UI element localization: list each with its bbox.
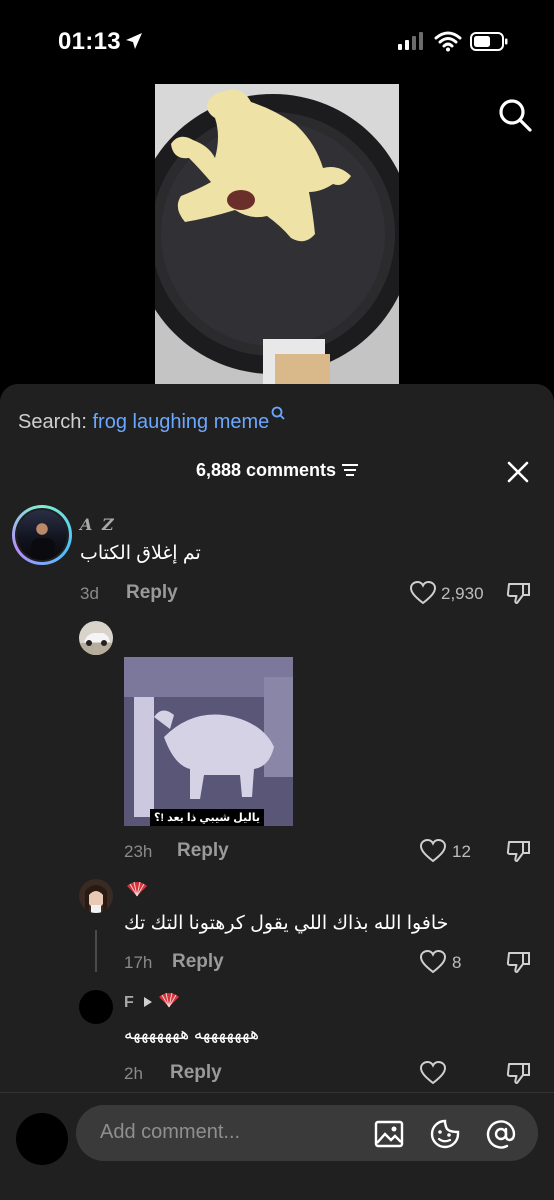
reply-button[interactable]: Reply bbox=[126, 582, 178, 604]
thread-line bbox=[95, 930, 97, 972]
status-bar: 01:13 bbox=[0, 0, 554, 84]
dislike-icon[interactable] bbox=[506, 580, 532, 606]
comment-input[interactable] bbox=[100, 1121, 360, 1144]
location-arrow-icon bbox=[126, 33, 142, 49]
image-icon[interactable] bbox=[374, 1119, 404, 1149]
status-time: 01:13 bbox=[58, 28, 121, 55]
search-small-icon bbox=[271, 406, 285, 420]
comment-text: هههههههه هههههههه bbox=[124, 1024, 259, 1043]
folding-fan-icon bbox=[159, 992, 179, 1008]
wifi-icon bbox=[434, 31, 462, 52]
comment-text: تم إغلاق الكتاب bbox=[80, 543, 201, 564]
avatar[interactable] bbox=[79, 879, 113, 913]
comment-time: 3d bbox=[80, 584, 99, 603]
avatar-image bbox=[17, 510, 67, 560]
heart-icon[interactable] bbox=[420, 950, 446, 974]
avatar[interactable] bbox=[79, 621, 113, 655]
woman-avatar-image bbox=[79, 879, 113, 913]
folding-fan-icon bbox=[127, 881, 147, 897]
reply-image[interactable]: ياليل شيبي ذا بعد !؟ bbox=[124, 657, 293, 826]
image-caption: ياليل شيبي ذا بعد !؟ bbox=[150, 809, 265, 826]
signal-icon bbox=[398, 32, 423, 50]
heart-icon[interactable] bbox=[420, 839, 446, 863]
comment-input-wrapper[interactable] bbox=[76, 1105, 538, 1161]
avatar[interactable] bbox=[12, 505, 72, 565]
video-frame-image bbox=[155, 84, 399, 384]
play-arrow-icon bbox=[144, 997, 152, 1007]
search-icon[interactable] bbox=[496, 96, 534, 134]
car-avatar-image bbox=[79, 621, 113, 655]
search-label: Search: bbox=[18, 411, 87, 433]
comment-time: 23h bbox=[124, 842, 153, 861]
comments-sheet: Search: frog laughing meme 6,888 comment… bbox=[0, 384, 554, 1200]
search-suggestion[interactable]: Search: frog laughing meme bbox=[18, 406, 285, 434]
like-count: 2,930 bbox=[441, 584, 484, 603]
reply-button[interactable]: Reply bbox=[170, 1062, 222, 1084]
comments-header: 6,888 comments bbox=[0, 460, 554, 481]
avatar[interactable] bbox=[79, 990, 113, 1024]
comment-time: 2h bbox=[124, 1064, 143, 1083]
comment-time: 17h bbox=[124, 953, 153, 972]
heart-icon[interactable] bbox=[420, 1061, 446, 1085]
reply-button[interactable]: Reply bbox=[177, 840, 229, 862]
close-icon[interactable] bbox=[504, 458, 532, 486]
comment-username[interactable]: F bbox=[124, 994, 134, 1012]
video-player[interactable] bbox=[155, 84, 399, 384]
comments-count: 6,888 comments bbox=[195, 460, 337, 480]
like-count: 12 bbox=[452, 842, 471, 861]
comment-username[interactable]: A Z bbox=[80, 515, 116, 534]
current-user-avatar[interactable] bbox=[16, 1113, 68, 1165]
dislike-icon[interactable] bbox=[506, 949, 532, 975]
search-term-link[interactable]: frog laughing meme bbox=[93, 411, 270, 433]
filter-icon[interactable] bbox=[342, 464, 359, 476]
dislike-icon[interactable] bbox=[506, 838, 532, 864]
reply-button[interactable]: Reply bbox=[172, 951, 224, 973]
like-count: 8 bbox=[452, 953, 462, 972]
mention-icon[interactable] bbox=[486, 1119, 516, 1149]
dislike-icon[interactable] bbox=[506, 1060, 532, 1086]
heart-icon[interactable] bbox=[410, 581, 436, 605]
wolf-image bbox=[124, 657, 293, 826]
comment-text: خافوا الله بذاك اللي يقول كرهتونا التك ت… bbox=[124, 913, 449, 934]
emoji-sticker-icon[interactable] bbox=[430, 1119, 460, 1149]
comment-input-bar bbox=[0, 1093, 554, 1200]
battery-icon bbox=[470, 32, 508, 51]
